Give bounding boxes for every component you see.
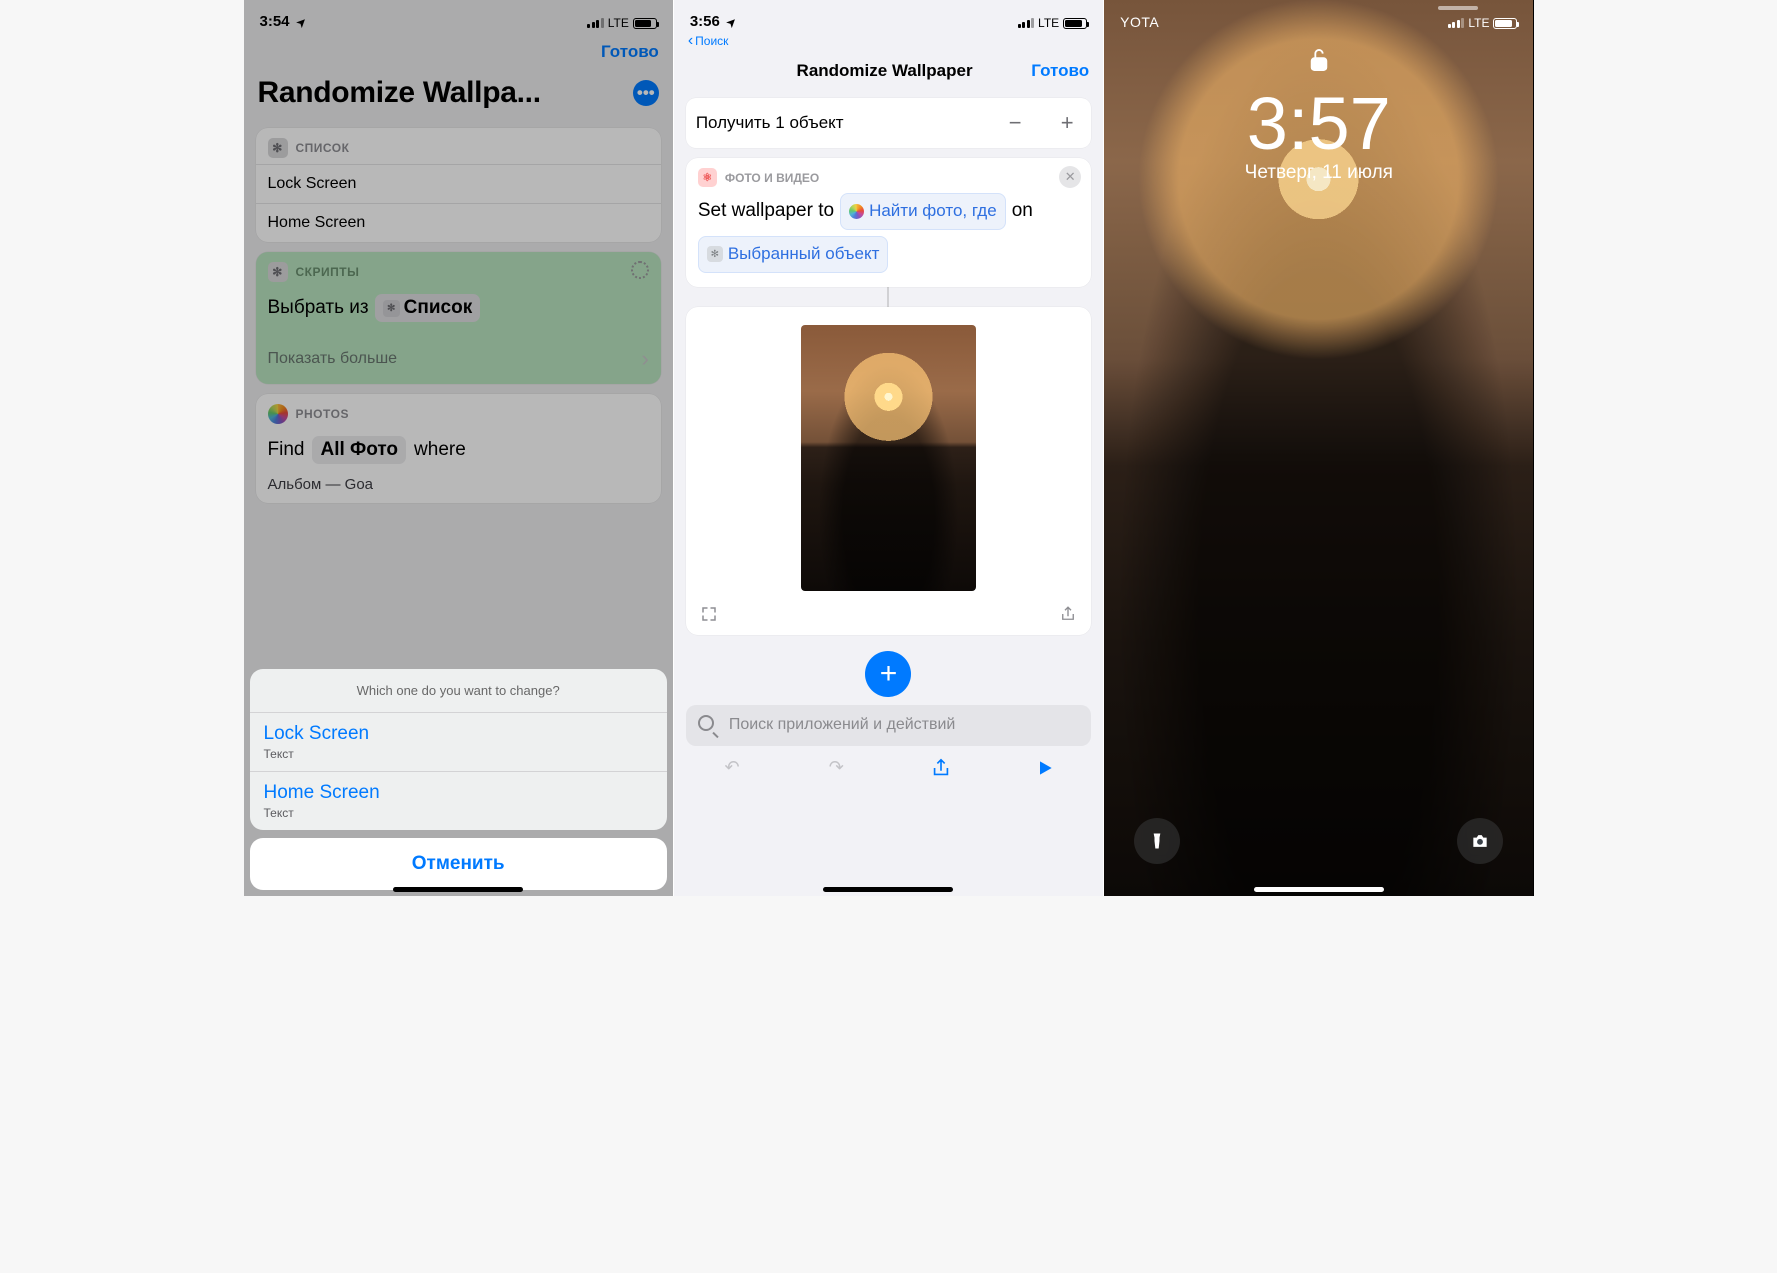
- gear-icon: ✻: [707, 246, 723, 262]
- card-header: ФОТО И ВИДЕО: [725, 171, 819, 185]
- lock-date: Четверг, 11 июля: [1104, 162, 1533, 184]
- get-label: Получить 1 объект: [696, 113, 844, 133]
- set-wallpaper-card: ⚛ ФОТО И ВИДЕО ✕ Set wallpaper to Найти ф…: [686, 158, 1091, 287]
- result-preview-card: [686, 307, 1091, 635]
- search-actions-input[interactable]: Поиск приложений и действий: [686, 705, 1091, 746]
- home-indicator[interactable]: [823, 887, 953, 892]
- status-bar: YOTA LTE: [1104, 0, 1533, 32]
- decrement-button[interactable]: −: [1001, 110, 1029, 136]
- location-icon: [724, 13, 736, 30]
- photos-icon: [849, 204, 864, 219]
- phone-shortcuts-edit: 3:54 LTE Готово Randomize Wallpa... ••• …: [244, 0, 673, 896]
- battery-icon: [1063, 18, 1087, 29]
- status-time: 3:56: [690, 13, 720, 30]
- done-button[interactable]: Готово: [1031, 61, 1089, 81]
- battery-icon: [1493, 18, 1517, 29]
- flashlight-button[interactable]: [1134, 818, 1180, 864]
- find-photos-token[interactable]: Найти фото, где: [840, 193, 1006, 230]
- add-action-button[interactable]: +: [865, 651, 911, 697]
- nav-bar: Randomize Wallpaper Готово: [674, 50, 1103, 92]
- unlock-icon: [1308, 61, 1330, 78]
- selected-item-token[interactable]: ✻Выбранный объект: [698, 236, 889, 273]
- sheet-option-home[interactable]: Home Screen Текст: [250, 771, 667, 830]
- signal-icon: [1018, 18, 1035, 28]
- home-indicator[interactable]: [1254, 887, 1384, 892]
- sheet-prompt: Which one do you want to change?: [250, 669, 667, 712]
- increment-button[interactable]: +: [1053, 110, 1081, 136]
- sheet-option-lock[interactable]: Lock Screen Текст: [250, 712, 667, 771]
- search-icon: [698, 715, 721, 736]
- bottom-toolbar: [674, 746, 1103, 790]
- lock-time: 3:57: [1104, 81, 1533, 166]
- get-item-row: Получить 1 объект − +: [686, 98, 1091, 148]
- action-text: Set wallpaper to: [698, 195, 834, 227]
- page-title: Randomize Wallpaper: [738, 61, 1031, 81]
- search-placeholder: Поиск приложений и действий: [729, 716, 956, 734]
- flow-connector: [887, 287, 889, 307]
- action-sheet: Which one do you want to change? Lock Sc…: [250, 669, 667, 890]
- redo-button[interactable]: [821, 753, 851, 783]
- network-label: LTE: [1038, 16, 1059, 30]
- run-button[interactable]: [1030, 753, 1060, 783]
- signal-icon: [1448, 18, 1465, 28]
- sheet-cancel-button[interactable]: Отменить: [250, 838, 667, 890]
- back-link[interactable]: Поиск: [674, 32, 1103, 50]
- expand-icon[interactable]: [698, 603, 720, 625]
- share-icon[interactable]: [1057, 603, 1079, 625]
- status-bar: 3:56 LTE: [674, 0, 1103, 32]
- undo-button[interactable]: [717, 753, 747, 783]
- share-button[interactable]: [926, 753, 956, 783]
- on-label: on: [1012, 195, 1033, 227]
- home-indicator[interactable]: [393, 887, 523, 892]
- notch-indicator: [1438, 6, 1478, 10]
- remove-action-button[interactable]: ✕: [1059, 166, 1081, 188]
- atom-icon: ⚛: [698, 168, 717, 187]
- result-image[interactable]: [801, 325, 976, 591]
- network-label: LTE: [1468, 16, 1489, 30]
- carrier-label: YOTA: [1120, 14, 1159, 30]
- phone-shortcuts-action: 3:56 LTE Поиск Randomize Wallpaper Готов…: [673, 0, 1103, 896]
- phone-lock-screen: YOTA LTE 3:57 Четверг, 11 июля: [1103, 0, 1533, 896]
